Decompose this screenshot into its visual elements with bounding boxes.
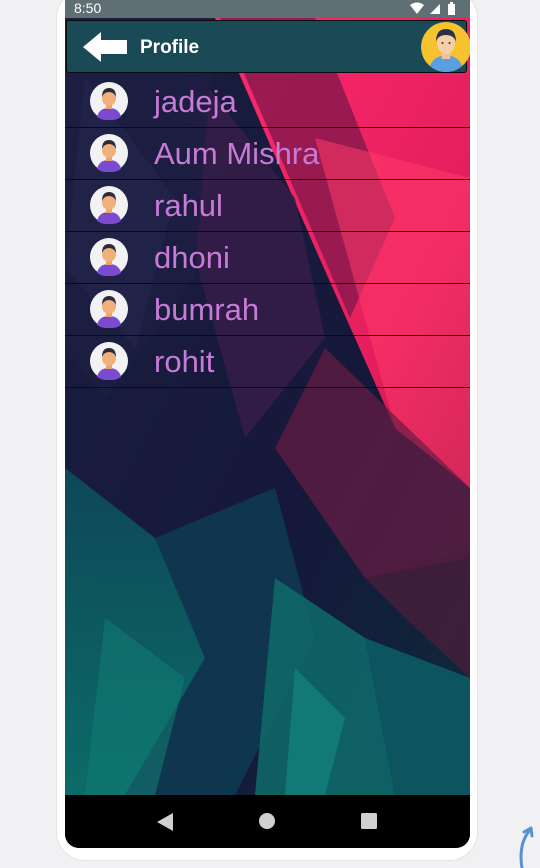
user-avatar-icon [90,186,128,224]
user-avatar-icon [90,134,128,172]
signal-icon [430,4,440,14]
user-avatar-icon [90,238,128,276]
wifi-icon [410,2,424,14]
status-time: 8:50 [74,0,102,16]
list-item[interactable]: jadeja [65,76,470,128]
user-list: jadeja Aum Mishra rahul dhoni bumrah roh… [65,76,470,388]
user-name: bumrah [154,292,260,327]
system-nav-bar [65,795,470,848]
app-bar: Profile [66,20,467,73]
list-item[interactable]: bumrah [65,284,470,336]
page-title: Profile [140,37,200,58]
recents-square-icon[interactable] [360,812,378,830]
home-circle-icon[interactable] [258,812,276,830]
status-icons [410,2,455,15]
user-name: rohit [154,344,215,379]
back-triangle-icon[interactable] [156,812,174,832]
status-bar: 8:50 [65,0,470,18]
battery-icon [448,2,455,15]
user-avatar-icon [90,82,128,120]
app-screen: 8:50 Profile jadeja Aum Mishra rahul dho… [65,0,470,848]
user-name: rahul [154,188,223,223]
user-avatar-icon [90,290,128,328]
list-item[interactable]: dhoni [65,232,470,284]
list-item[interactable]: rohit [65,336,470,388]
back-arrow-icon[interactable] [81,30,131,64]
user-name: dhoni [154,240,230,275]
list-item[interactable]: rahul [65,180,470,232]
user-name: Aum Mishra [154,136,320,171]
rotate-gesture-icon [519,826,534,868]
user-avatar-icon [90,342,128,380]
user-name: jadeja [154,84,237,119]
user-avatar-icon[interactable] [421,22,470,72]
list-item[interactable]: Aum Mishra [65,128,470,180]
